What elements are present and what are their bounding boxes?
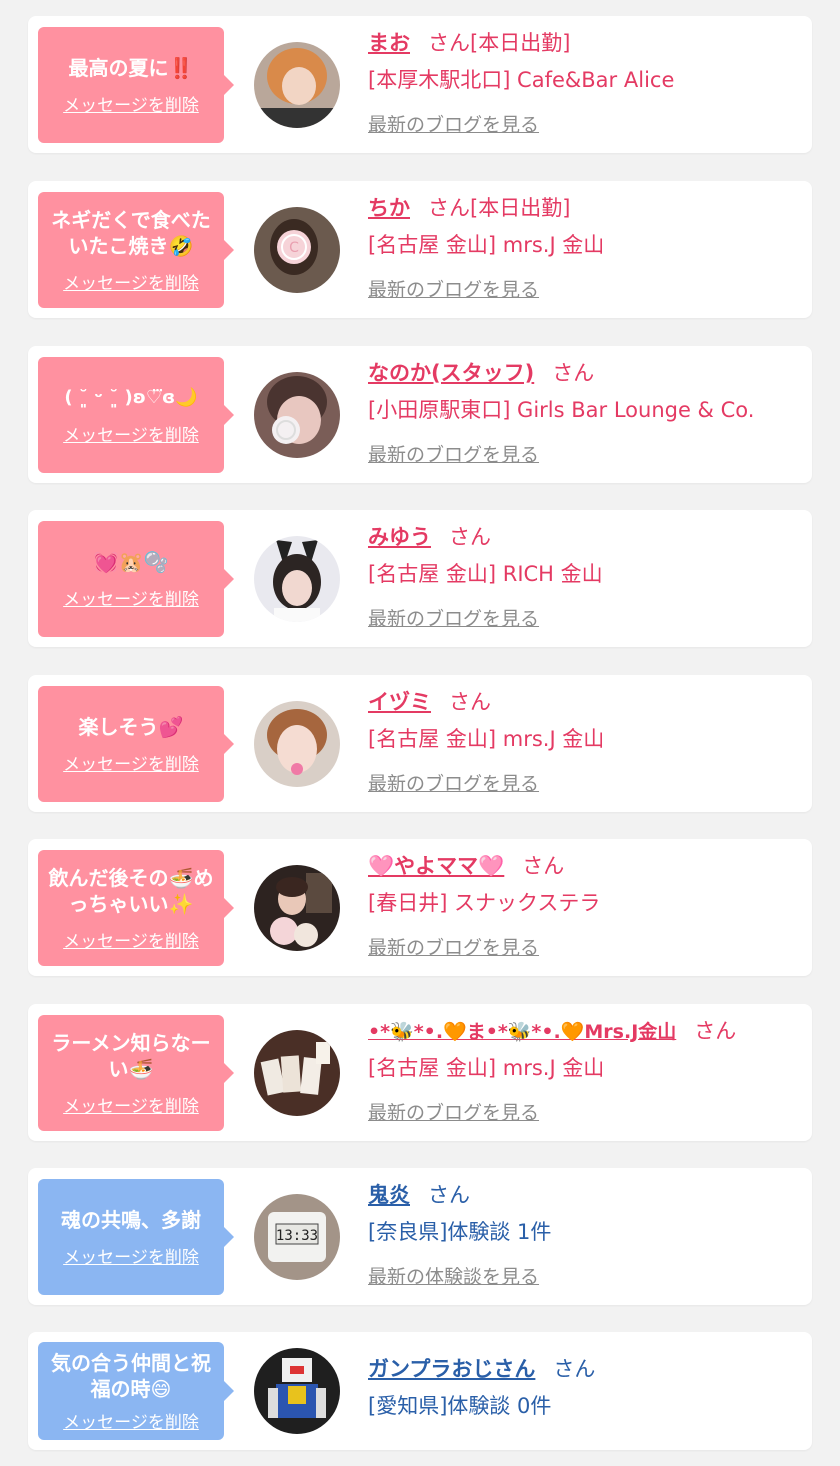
shop-name: [名古屋 金山] RICH 金山 <box>368 562 603 586</box>
message-card: ( ˘͈ ᵕ ˘͈ )ʚ♡⃛ɞ🌙 メッセージを削除 なのか(スタッフ) さん [小… <box>28 346 812 483</box>
honorific: さん <box>552 361 595 385</box>
honorific: さん <box>449 525 491 549</box>
shop-name: [名古屋 金山] mrs.J 金山 <box>368 233 605 257</box>
user-info: 鬼炎 さん [奈良県]体験談 1件 最新の体験談を見る <box>368 1178 800 1289</box>
delete-message-link[interactable]: メッセージを削除 <box>63 927 199 952</box>
shop-name: [小田原駅東口] Girls Bar Lounge & Co. <box>368 398 755 422</box>
avatar[interactable]: 13:33 <box>254 1194 340 1280</box>
message-card: 💓🐹🫧 メッセージを削除 みゆう さん [名古屋 金山] RICH 金山 最新のブ… <box>28 510 812 647</box>
honorific: さん <box>553 1357 596 1381</box>
message-bubble: 最高の夏に‼️ メッセージを削除 <box>38 27 234 143</box>
cast-info: イヅミ さん [名古屋 金山] mrs.J 金山 最新のブログを見る <box>368 685 800 796</box>
honorific: さん <box>522 854 565 878</box>
latest-blog-link[interactable]: 最新のブログを見る <box>368 769 539 796</box>
message-bubble: ネギだくで食べたいたこ焼き🤣 メッセージを削除 <box>38 192 234 308</box>
user-name-link[interactable]: 鬼炎 <box>368 1183 410 1207</box>
message-bubble: ラーメン知らなーい🍜 メッセージを削除 <box>38 1015 234 1131</box>
message-text: ネギだくで食べたいたこ焼き🤣 <box>51 207 211 258</box>
honorific: さん <box>428 1183 470 1207</box>
cast-info: まお さん[本日出勤] [本厚木駅北口] Cafe&Bar Alice 最新のブロ… <box>368 26 800 137</box>
message-bubble: 魂の共鳴、多謝 メッセージを削除 <box>38 1179 234 1295</box>
cast-name-link[interactable]: •*🐝*•.🧡ま•*🐝*•.🧡Mrs.J金山 <box>368 1021 676 1043</box>
avatar[interactable] <box>254 372 340 458</box>
message-text: ラーメン知らなーい🍜 <box>51 1030 211 1081</box>
message-text: 魂の共鳴、多謝 <box>61 1207 201 1232</box>
honorific: さん <box>694 1019 737 1043</box>
work-status: [本日出勤] <box>470 196 571 220</box>
shop-name: [本厚木駅北口] Cafe&Bar Alice <box>368 68 675 92</box>
svg-text:13:33: 13:33 <box>276 1228 318 1244</box>
avatar[interactable] <box>254 1348 340 1434</box>
cast-info: なのか(スタッフ) さん [小田原駅東口] Girls Bar Lounge & … <box>368 356 800 467</box>
honorific: さん <box>428 31 470 55</box>
message-text: 最高の夏に‼️ <box>68 55 194 80</box>
message-card: 飲んだ後その🍜めっちゃいい✨ メッセージを削除 🩷やよママ🩷 さん [春日井] ス… <box>28 839 812 976</box>
cast-name-link[interactable]: みゆう <box>368 525 431 549</box>
cast-info: •*🐝*•.🧡ま•*🐝*•.🧡Mrs.J金山 さん [名古屋 金山] mrs.J … <box>368 1014 800 1125</box>
message-text: ( ˘͈ ᵕ ˘͈ )ʚ♡⃛ɞ🌙 <box>64 386 198 408</box>
cast-name-link[interactable]: ちか <box>368 196 410 220</box>
message-text: 飲んだ後その🍜めっちゃいい✨ <box>48 865 214 916</box>
honorific: さん <box>449 690 491 714</box>
svg-text:C: C <box>289 240 299 256</box>
message-list: 最高の夏に‼️ メッセージを削除 まお さん[本日出勤] [本厚木駅北口] Caf… <box>0 0 840 1466</box>
work-status: [本日出勤] <box>470 31 571 55</box>
avatar[interactable]: C <box>254 207 340 293</box>
shop-name: [春日井] スナックステラ <box>368 891 601 915</box>
message-card: ネギだくで食べたいたこ焼き🤣 メッセージを削除 C ちか さん[本日出勤] [名古… <box>28 181 812 318</box>
avatar[interactable] <box>254 1030 340 1116</box>
delete-message-link[interactable]: メッセージを削除 <box>63 750 199 775</box>
avatar[interactable] <box>254 42 340 128</box>
message-text: 💓🐹🫧 <box>93 549 169 574</box>
message-card: ラーメン知らなーい🍜 メッセージを削除 •*🐝*•.🧡ま•*🐝*•.🧡Mrs.J… <box>28 1004 812 1141</box>
delete-message-link[interactable]: メッセージを削除 <box>63 585 199 610</box>
cast-name-link[interactable]: まお <box>368 31 410 55</box>
cast-info: 🩷やよママ🩷 さん [春日井] スナックステラ 最新のブログを見る <box>368 849 800 960</box>
shop-name: [名古屋 金山] mrs.J 金山 <box>368 1056 605 1080</box>
latest-blog-link[interactable]: 最新のブログを見る <box>368 275 539 302</box>
latest-blog-link[interactable]: 最新のブログを見る <box>368 933 539 960</box>
message-card: 最高の夏に‼️ メッセージを削除 まお さん[本日出勤] [本厚木駅北口] Caf… <box>28 16 812 153</box>
cast-info: みゆう さん [名古屋 金山] RICH 金山 最新のブログを見る <box>368 520 800 631</box>
delete-message-link[interactable]: メッセージを削除 <box>63 421 199 446</box>
message-bubble: 飲んだ後その🍜めっちゃいい✨ メッセージを削除 <box>38 850 234 966</box>
delete-message-link[interactable]: メッセージを削除 <box>63 1092 199 1117</box>
avatar[interactable] <box>254 701 340 787</box>
message-text: 楽しそう💕 <box>78 714 184 739</box>
user-info: ガンプラおじさん さん [愛知県]体験談 0件 <box>368 1352 800 1424</box>
message-bubble: 気の合う仲間と祝福の時😄 メッセージを削除 <box>38 1342 234 1440</box>
user-name-link[interactable]: ガンプラおじさん <box>368 1357 535 1381</box>
cast-name-link[interactable]: 🩷やよママ🩷 <box>368 854 504 878</box>
delete-message-link[interactable]: メッセージを削除 <box>63 269 199 294</box>
honorific: さん <box>428 196 470 220</box>
cast-name-link[interactable]: なのか(スタッフ) <box>368 361 534 385</box>
delete-message-link[interactable]: メッセージを削除 <box>63 1243 199 1268</box>
cast-name-link[interactable]: イヅミ <box>368 690 431 714</box>
latest-blog-link[interactable]: 最新のブログを見る <box>368 110 539 137</box>
message-bubble: 💓🐹🫧 メッセージを削除 <box>38 521 234 637</box>
delete-message-link[interactable]: メッセージを削除 <box>63 91 199 116</box>
latest-blog-link[interactable]: 最新のブログを見る <box>368 440 539 467</box>
latest-review-link[interactable]: 最新の体験談を見る <box>368 1262 539 1289</box>
delete-message-link[interactable]: メッセージを削除 <box>63 1408 199 1433</box>
message-card: 気の合う仲間と祝福の時😄 メッセージを削除 ガンプラおじさん さん [愛知県]体験… <box>28 1332 812 1450</box>
message-bubble: ( ˘͈ ᵕ ˘͈ )ʚ♡⃛ɞ🌙 メッセージを削除 <box>38 357 234 473</box>
latest-blog-link[interactable]: 最新のブログを見る <box>368 1098 539 1125</box>
latest-blog-link[interactable]: 最新のブログを見る <box>368 604 539 631</box>
shop-name: [名古屋 金山] mrs.J 金山 <box>368 727 605 751</box>
avatar[interactable] <box>254 865 340 951</box>
message-card: 魂の共鳴、多謝 メッセージを削除 13:33 鬼炎 さん [奈良県]体験談 1件 … <box>28 1168 812 1305</box>
cast-info: ちか さん[本日出勤] [名古屋 金山] mrs.J 金山 最新のブログを見る <box>368 191 800 302</box>
message-bubble: 楽しそう💕 メッセージを削除 <box>38 686 234 802</box>
message-card: 楽しそう💕 メッセージを削除 イヅミ さん [名古屋 金山] mrs.J 金山 最… <box>28 675 812 812</box>
review-count: [愛知県]体験談 0件 <box>368 1394 552 1418</box>
message-text: 気の合う仲間と祝福の時😄 <box>51 1350 211 1401</box>
review-count: [奈良県]体験談 1件 <box>368 1220 552 1244</box>
avatar[interactable] <box>254 536 340 622</box>
